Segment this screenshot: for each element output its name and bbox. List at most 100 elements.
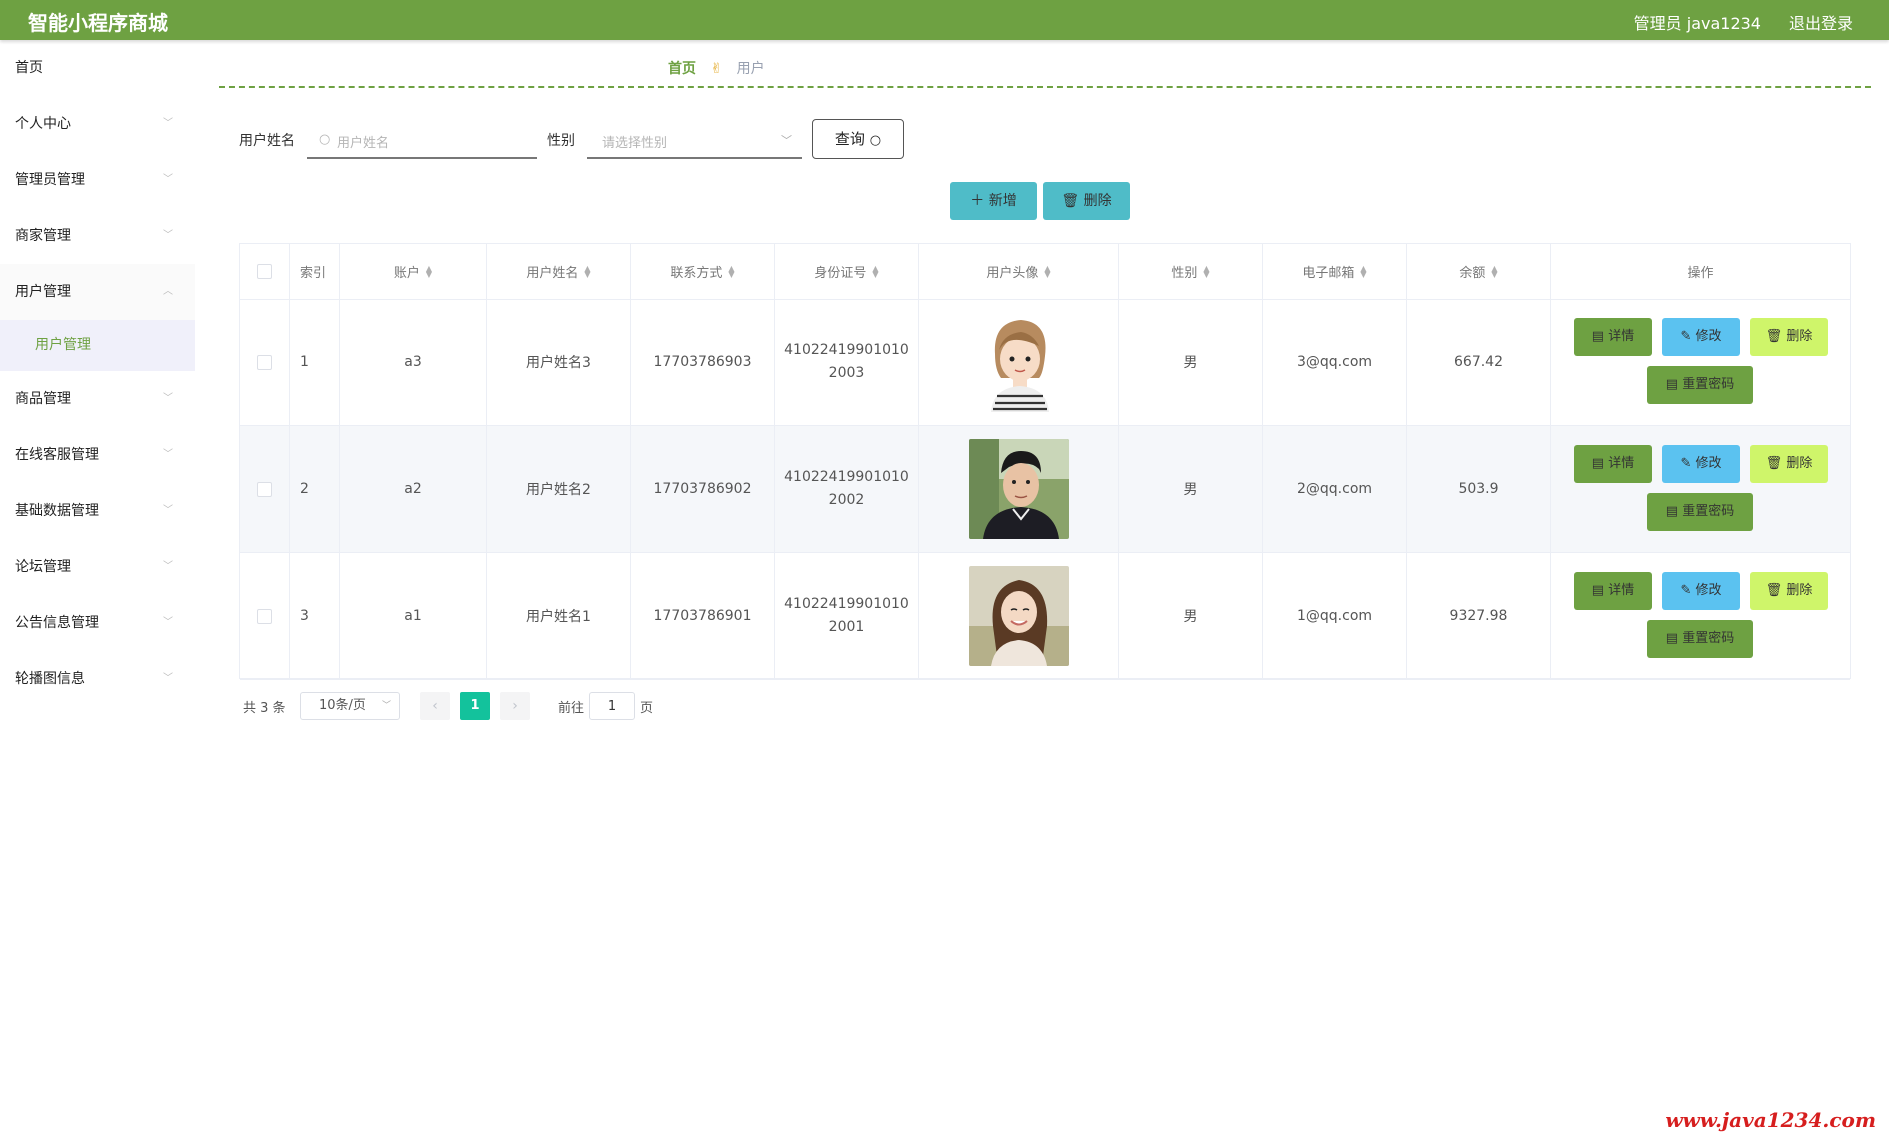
delete-button[interactable]: 🗑 删除: [1750, 572, 1828, 610]
sort-icon[interactable]: ▲ ▼: [872, 264, 878, 278]
chevron-down-icon: ﹀: [163, 673, 173, 684]
sidebar-item-forum[interactable]: 论坛管理 ﹀: [0, 539, 195, 595]
detail-label: 详情: [1608, 329, 1635, 344]
next-page-button[interactable]: ›: [500, 692, 530, 720]
chevron-down-icon: ﹀: [163, 561, 173, 572]
sidebar-item-home[interactable]: 首页: [0, 40, 195, 96]
reset-password-label: 重置密码: [1682, 631, 1735, 646]
sidebar-item-label: 在线客服管理: [15, 447, 99, 463]
row-checkbox[interactable]: [257, 481, 272, 497]
sort-icon[interactable]: ▲ ▼: [426, 264, 432, 278]
cell-index: 2: [290, 426, 340, 552]
cell-email: 3@qq.com: [1263, 299, 1407, 425]
sidebar-item-merchant[interactable]: 商家管理 ﹀: [0, 208, 195, 264]
detail-button[interactable]: ▤ 详情: [1574, 572, 1652, 610]
header-email[interactable]: 电子邮箱 ▲ ▼: [1263, 244, 1407, 299]
cell-balance: 667.42: [1407, 299, 1551, 425]
page-number-current[interactable]: 1: [460, 692, 490, 720]
cell-phone: 17703786903: [631, 299, 775, 425]
sidebar: 首页 个人中心 ﹀ 管理员管理 ﹀ 商家管理 ﹀ 用户管理 ︿ 用户管理 商品管理 ﹀ 在…: [0, 40, 195, 707]
row-checkbox[interactable]: [257, 608, 272, 624]
breadcrumb-home[interactable]: 首页: [668, 61, 696, 77]
cell-index: 3: [290, 553, 340, 679]
header-gender-label: 性别: [1171, 266, 1198, 281]
chevron-down-icon: ﹀: [781, 134, 792, 147]
chevron-down-icon: ﹀: [163, 174, 173, 185]
sidebar-item-carousel[interactable]: 轮播图信息 ﹀: [0, 651, 195, 707]
header-avatar-label: 用户头像: [986, 266, 1039, 281]
edit-button[interactable]: ✎ 修改: [1662, 572, 1740, 610]
sort-icon[interactable]: ▲ ▼: [584, 264, 590, 278]
reset-password-button[interactable]: ▤ 重置密码: [1647, 493, 1753, 531]
header-phone[interactable]: 联系方式 ▲ ▼: [631, 244, 775, 299]
delete-button[interactable]: 🗑 删除: [1750, 445, 1828, 483]
sidebar-item-base-data[interactable]: 基础数据管理 ﹀: [0, 483, 195, 539]
chevron-up-icon: ︿: [163, 286, 173, 297]
edit-button[interactable]: ✎ 修改: [1662, 318, 1740, 356]
sidebar-item-label: 首页: [15, 60, 43, 76]
sort-icon[interactable]: ▲ ▼: [1203, 264, 1209, 278]
header-id-card[interactable]: 身份证号 ▲ ▼: [775, 244, 919, 299]
header-balance[interactable]: 余额 ▲ ▼: [1407, 244, 1551, 299]
row-checkbox[interactable]: [257, 354, 272, 370]
sidebar-item-admin[interactable]: 管理员管理 ﹀: [0, 152, 195, 208]
chevron-down-icon: ﹀: [163, 393, 173, 404]
reset-password-button[interactable]: ▤ 重置密码: [1647, 620, 1753, 658]
sidebar-item-label: 基础数据管理: [15, 503, 99, 519]
header-account-label: 账户: [393, 266, 420, 281]
query-label: 查询: [834, 130, 865, 148]
gender-select-placeholder: 请选择性别: [602, 136, 668, 151]
cell-avatar: [919, 299, 1119, 425]
sidebar-item-products[interactable]: 商品管理 ﹀: [0, 371, 195, 427]
sidebar-subitem-user-management[interactable]: 用户管理: [0, 320, 195, 371]
sort-icon[interactable]: ▲ ▼: [1491, 264, 1497, 278]
sidebar-item-personal-center[interactable]: 个人中心 ﹀: [0, 96, 195, 152]
cell-id-card: 41022419901010 2001: [775, 553, 919, 679]
sidebar-item-announcements[interactable]: 公告信息管理 ﹀: [0, 595, 195, 651]
cell-id-card: 41022419901010 2003: [775, 299, 919, 425]
cell-ops: ▤ 详情 ✎ 修改 🗑 删除 ▤ 重置密码: [1551, 426, 1850, 552]
header-gender[interactable]: 性别 ▲ ▼: [1119, 244, 1263, 299]
watermark-text: www.java1234.com: [1665, 1108, 1876, 1132]
avatar[interactable]: [968, 566, 1069, 666]
sidebar-item-label: 公告信息管理: [15, 615, 99, 631]
query-button[interactable]: 查询 ○: [812, 119, 904, 159]
goto-page-input[interactable]: [589, 692, 635, 720]
gender-select[interactable]: 请选择性别 ﹀: [587, 121, 802, 159]
logout-link[interactable]: 退出登录: [1789, 10, 1853, 34]
add-label: 新增: [988, 193, 1017, 209]
search-icon: ○: [319, 132, 331, 147]
page-size-select[interactable]: 10条/页 ﹀: [300, 692, 400, 720]
divider: [219, 86, 1871, 88]
avatar[interactable]: [968, 439, 1069, 539]
edit-label: 修改: [1695, 329, 1722, 344]
cell-id-card: 41022419901010 2002: [775, 426, 919, 552]
add-button[interactable]: ＋ 新增: [950, 182, 1037, 220]
detail-button[interactable]: ▤ 详情: [1574, 318, 1652, 356]
sort-icon[interactable]: ▲ ▼: [1360, 264, 1366, 278]
header-name[interactable]: 用户姓名 ▲ ▼: [487, 244, 631, 299]
header-account[interactable]: 账户 ▲ ▼: [340, 244, 487, 299]
batch-delete-button[interactable]: 🗑 删除: [1043, 182, 1130, 220]
sort-icon[interactable]: ▲ ▼: [728, 264, 734, 278]
id-card-line-2: 2001: [828, 619, 865, 635]
detail-label: 详情: [1608, 583, 1635, 598]
prev-page-button[interactable]: ‹: [420, 692, 450, 720]
reset-password-button[interactable]: ▤ 重置密码: [1647, 366, 1753, 404]
detail-button[interactable]: ▤ 详情: [1574, 445, 1652, 483]
header-avatar[interactable]: 用户头像 ▲ ▼: [919, 244, 1119, 299]
name-search-input[interactable]: ○ 用户姓名: [307, 121, 537, 159]
sort-icon[interactable]: ▲ ▼: [1044, 264, 1050, 278]
header-index: 索引: [290, 244, 340, 299]
delete-button[interactable]: 🗑 删除: [1750, 318, 1828, 356]
id-card-line-1: 41022419901010: [784, 596, 909, 612]
sidebar-item-customer-service[interactable]: 在线客服管理 ﹀: [0, 427, 195, 483]
edit-button[interactable]: ✎ 修改: [1662, 445, 1740, 483]
chevron-right-icon: ›: [512, 698, 518, 714]
table-header: 索引 账户 ▲ ▼ 用户姓名 ▲ ▼ 联系方式 ▲ ▼ 身份证号 ▲ ▼ 用户头像 ▲ ▼ 性别 ▲ ▼…: [240, 244, 1850, 300]
current-user: 管理员 java1234: [1633, 14, 1761, 33]
select-all-checkbox[interactable]: [257, 264, 272, 279]
delete-label: 删除: [1786, 583, 1813, 598]
avatar[interactable]: [968, 312, 1069, 412]
sidebar-item-users[interactable]: 用户管理 ︿: [0, 264, 195, 320]
